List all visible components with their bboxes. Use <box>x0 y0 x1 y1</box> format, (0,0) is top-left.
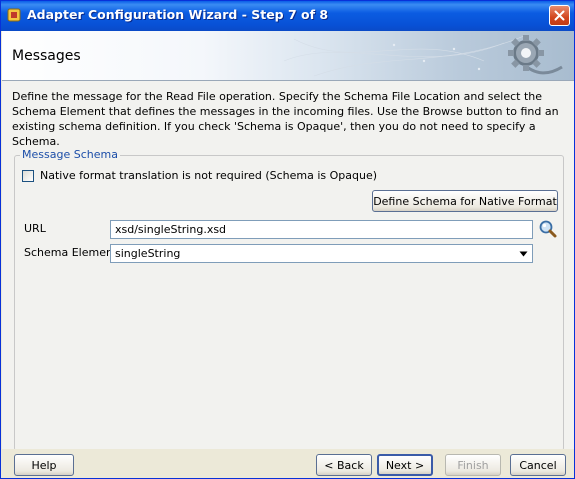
schema-element-value: singleString <box>115 247 181 260</box>
opaque-checkbox[interactable] <box>22 169 34 182</box>
help-button[interactable]: Help <box>14 454 74 476</box>
app-icon <box>7 8 21 22</box>
group-label: Message Schema <box>20 148 120 161</box>
opaque-checkbox-row[interactable]: Native format translation is not require… <box>22 169 377 182</box>
chevron-down-icon[interactable] <box>515 245 532 262</box>
button-bar: Help < Back Next > Finish Cancel <box>2 449 574 478</box>
content-panel: Define the message for the Read File ope… <box>2 81 574 451</box>
schema-element-label: Schema Element <box>24 246 118 259</box>
opaque-checkbox-label: Native format translation is not require… <box>40 169 378 182</box>
page-header: Messages <box>2 31 574 81</box>
message-schema-group: Message Schema Native format translation… <box>14 148 564 451</box>
window-title: Adapter Configuration Wizard - Step 7 of… <box>27 7 329 22</box>
title-bar[interactable]: Adapter Configuration Wizard - Step 7 of… <box>1 1 574 31</box>
next-button[interactable]: Next > <box>377 454 433 476</box>
wizard-window: Adapter Configuration Wizard - Step 7 of… <box>0 0 575 479</box>
cancel-button[interactable]: Cancel <box>510 454 566 476</box>
finish-button[interactable]: Finish <box>445 454 501 476</box>
search-icon[interactable] <box>538 219 558 239</box>
gear-banner-icon <box>283 35 563 77</box>
page-title: Messages <box>12 48 81 64</box>
step-description: Define the message for the Read File ope… <box>12 90 559 148</box>
close-button[interactable] <box>549 5 570 26</box>
url-field[interactable]: xsd/singleString.xsd <box>110 220 533 239</box>
schema-element-select[interactable]: singleString <box>110 244 533 263</box>
back-button[interactable]: < Back <box>316 454 372 476</box>
close-icon <box>554 10 565 21</box>
url-label: URL <box>24 222 46 235</box>
define-schema-button[interactable]: Define Schema for Native Format <box>372 190 558 212</box>
